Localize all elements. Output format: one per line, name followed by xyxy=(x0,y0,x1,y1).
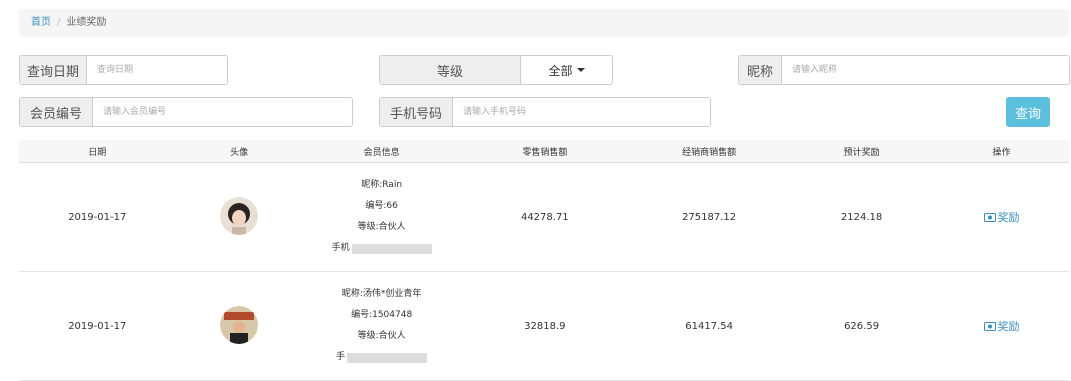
nickname-input[interactable] xyxy=(782,56,1069,84)
nickname-filter: 昵称 xyxy=(738,55,1070,85)
date-filter: 查询日期 xyxy=(19,55,228,85)
member-input[interactable] xyxy=(93,98,352,126)
member-nickname: 昵称:Rain xyxy=(361,180,403,190)
breadcrumb-separator: / xyxy=(57,17,61,28)
avatar xyxy=(220,196,259,235)
col-date: 日期 xyxy=(19,140,176,163)
reward-button[interactable]: 奖励 xyxy=(983,318,1020,334)
table-row: 2019-01-17 昵称:Rain 编号:66 等级:合伙人 手机 44278… xyxy=(19,162,1069,272)
member-level: 等级:合伙人 xyxy=(357,331,406,341)
col-retail: 零售销售额 xyxy=(460,140,630,163)
level-label: 等级 xyxy=(380,56,521,84)
member-phone: 手 xyxy=(336,347,428,368)
phone-input[interactable] xyxy=(453,98,710,126)
member-level: 等级:合伙人 xyxy=(357,222,406,232)
member-phone-label: 手机 xyxy=(331,243,350,253)
member-phone-label: 手 xyxy=(336,352,346,362)
col-member-info: 会员信息 xyxy=(302,140,461,163)
row-reward: 626.59 xyxy=(789,271,935,381)
row-retail: 44278.71 xyxy=(460,162,630,272)
member-phone: 手机 xyxy=(332,238,432,259)
level-filter: 等级 全部 xyxy=(379,55,613,85)
breadcrumb-home[interactable]: 首页 xyxy=(19,17,51,28)
table-header-row: 日期 头像 会员信息 零售销售额 经销商销售额 预计奖励 操作 xyxy=(19,140,1069,163)
phone-label: 手机号码 xyxy=(380,98,453,126)
breadcrumb-current: 业绩奖励 xyxy=(66,17,107,28)
row-reward: 2124.18 xyxy=(789,162,935,272)
member-filter: 会员编号 xyxy=(19,97,353,127)
level-select-value: 全部 xyxy=(548,63,573,78)
redacted-phone xyxy=(351,243,432,254)
table-row: 2019-01-17 昵称:汤伟*创业青年 编号:1504748 等级:合伙人 xyxy=(19,271,1069,381)
member-number: 编号:66 xyxy=(365,201,398,211)
nickname-label: 昵称 xyxy=(739,56,782,84)
date-label: 查询日期 xyxy=(20,56,87,84)
breadcrumb: 首页 / 业绩奖励 xyxy=(19,9,1069,37)
member-label: 会员编号 xyxy=(20,98,93,126)
member-info: 昵称:汤伟*创业青年 编号:1504748 等级:合伙人 手 xyxy=(336,284,428,368)
reward-button[interactable]: 奖励 xyxy=(983,209,1020,225)
row-retail: 32818.9 xyxy=(460,271,630,381)
reward-label: 奖励 xyxy=(997,211,1020,224)
col-action: 操作 xyxy=(934,140,1069,163)
reward-label: 奖励 xyxy=(997,320,1020,333)
row-date: 2019-01-17 xyxy=(19,162,176,272)
row-dealer: 61417.54 xyxy=(629,271,790,381)
query-button[interactable]: 查询 xyxy=(1006,97,1050,127)
avatar xyxy=(220,305,259,344)
row-dealer: 275187.12 xyxy=(629,162,790,272)
money-icon xyxy=(983,321,996,331)
money-icon xyxy=(983,212,996,222)
col-dealer: 经销商销售额 xyxy=(629,140,790,163)
col-avatar: 头像 xyxy=(175,140,303,163)
caret-down-icon xyxy=(576,68,585,72)
member-nickname: 昵称:汤伟*创业青年 xyxy=(341,289,422,299)
level-select[interactable]: 全部 xyxy=(521,56,612,84)
date-input[interactable] xyxy=(87,56,227,84)
reward-table: 日期 头像 会员信息 零售销售额 经销商销售额 预计奖励 操作 2019-01-… xyxy=(19,140,1069,381)
member-number: 编号:1504748 xyxy=(351,310,413,320)
row-date: 2019-01-17 xyxy=(19,271,176,381)
col-reward: 预计奖励 xyxy=(789,140,935,163)
member-info: 昵称:Rain 编号:66 等级:合伙人 手机 xyxy=(332,175,432,259)
phone-filter: 手机号码 xyxy=(379,97,711,127)
redacted-phone xyxy=(347,352,428,363)
